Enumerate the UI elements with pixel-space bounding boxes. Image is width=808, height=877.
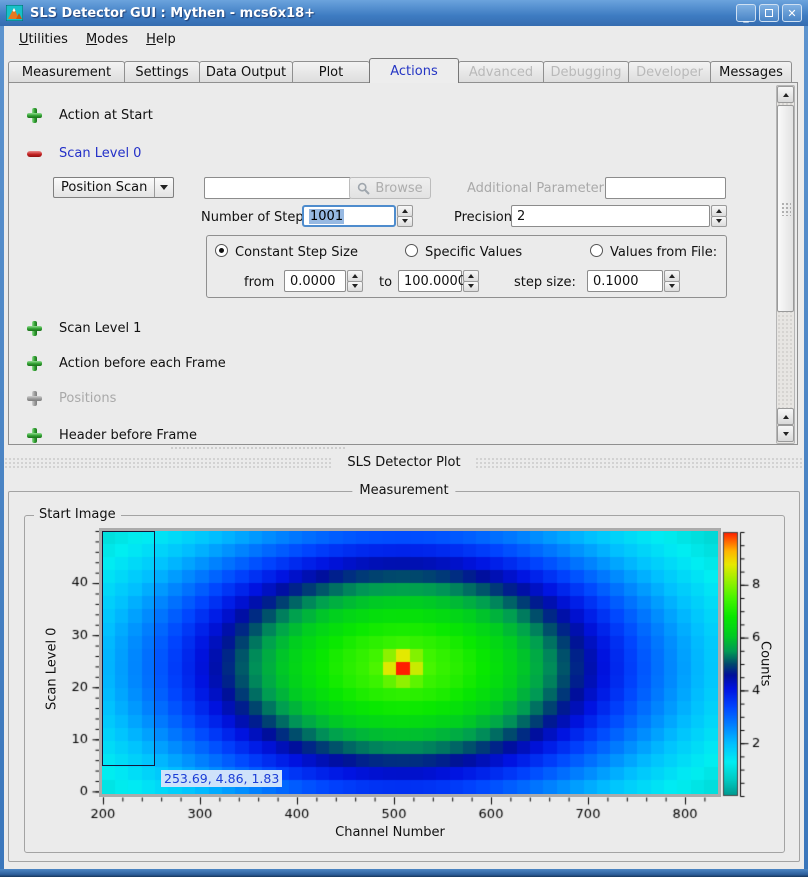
values-from-file-radio[interactable] — [590, 244, 603, 257]
scroll-down-button[interactable] — [777, 425, 794, 442]
y-axis-label: Scan Level 0 — [43, 614, 61, 724]
expand-plus-icon[interactable] — [27, 108, 42, 123]
dock-texture-right — [475, 457, 804, 469]
scan-level-1-row[interactable]: Scan Level 1 — [27, 320, 141, 336]
tab-plot[interactable]: Plot — [292, 61, 370, 83]
app-icon — [6, 5, 23, 21]
scan-level-0-row[interactable]: Scan Level 0 — [27, 145, 141, 161]
spin-down-button[interactable] — [397, 216, 413, 228]
start-image-groupbox: Start Image Scan Level 0 Counts Channel … — [24, 515, 785, 853]
collapse-minus-icon[interactable] — [27, 146, 42, 161]
vertical-scrollbar[interactable] — [776, 85, 795, 444]
scroll-up-button[interactable] — [777, 86, 794, 103]
additional-parameter-input[interactable] — [605, 177, 726, 199]
actions-page: Action at Start Scan Level 0 Position Sc… — [8, 82, 798, 445]
tab-messages[interactable]: Messages — [710, 61, 792, 83]
spin-down-button[interactable] — [463, 281, 479, 293]
tab-advanced: Advanced — [458, 61, 544, 83]
expand-plus-icon[interactable] — [27, 428, 42, 443]
tabbar: Measurement Settings Data Output Plot Ac… — [8, 58, 800, 83]
spin-buttons[interactable] — [347, 270, 363, 292]
spin-down-button[interactable] — [347, 281, 363, 293]
to-spinbox[interactable]: 100.0000 — [398, 270, 479, 292]
spin-up-button[interactable] — [347, 270, 363, 282]
tab-measurement[interactable]: Measurement — [8, 61, 125, 83]
tab-debugging: Debugging — [543, 61, 629, 83]
number-of-steps-label: Number of Steps: — [201, 210, 315, 225]
values-from-file-label: Values from File: — [610, 245, 717, 260]
scan-script-input[interactable] — [204, 177, 351, 199]
x-axis-label: Channel Number — [25, 825, 755, 840]
number-of-steps-spinbox[interactable]: 1001 — [302, 205, 413, 227]
measurement-groupbox: Measurement Start Image Scan Level 0 Cou… — [8, 491, 800, 862]
expand-plus-icon[interactable] — [27, 356, 42, 371]
scan-mode-combobox[interactable]: Position Scan — [53, 177, 174, 198]
precision-spinbox[interactable]: 2 — [511, 205, 727, 227]
positions-row: Positions — [27, 390, 116, 406]
app-window: SLS Detector GUI : Mythen - mcs6x18+ _ ✕… — [0, 0, 808, 877]
tab-settings[interactable]: Settings — [124, 61, 200, 83]
spin-up-button[interactable] — [397, 205, 413, 217]
step-size-spinbox[interactable]: 0.1000 — [587, 270, 680, 292]
window-border-bottom — [0, 869, 808, 877]
maximize-icon — [765, 9, 773, 17]
spin-buttons[interactable] — [711, 205, 727, 227]
colorbar-label: Counts — [756, 619, 774, 709]
constant-step-size-radio[interactable] — [215, 244, 228, 257]
splitter-handle[interactable] — [170, 446, 347, 451]
measurement-title: Measurement — [352, 483, 455, 498]
specific-values-label: Specific Values — [425, 245, 522, 260]
window-border-right — [804, 0, 808, 877]
expand-plus-icon — [27, 391, 42, 406]
tab-developer: Developer — [628, 61, 711, 83]
browse-button: Browse — [349, 177, 431, 199]
to-label: to — [379, 275, 392, 290]
header-before-frame-row[interactable]: Header before Frame — [27, 427, 197, 443]
heatmap-frame: 253.69, 4.86, 1.83 — [99, 528, 721, 797]
spin-buttons[interactable] — [397, 205, 413, 227]
spin-down-button[interactable] — [664, 281, 680, 293]
spin-up-button[interactable] — [664, 270, 680, 282]
plot-dock-titlebar[interactable]: SLS Detector Plot — [4, 452, 804, 473]
spin-up-button[interactable] — [463, 270, 479, 282]
menu-utilities[interactable]: Utilities — [10, 29, 77, 50]
menubar: Utilities Modes Help — [4, 26, 804, 52]
precision-label: Precision: — [454, 210, 516, 225]
minimize-button[interactable]: _ — [736, 4, 756, 22]
scrollbar-thumb[interactable] — [777, 105, 794, 312]
tab-data-output[interactable]: Data Output — [199, 61, 293, 83]
step-size-label: step size: — [514, 275, 576, 290]
combo-arrow — [154, 178, 173, 197]
heatmap-canvas[interactable] — [102, 531, 718, 794]
action-at-start-row[interactable]: Action at Start — [27, 107, 153, 123]
plot-area: Scan Level 0 Counts Channel Number 253.6… — [25, 509, 786, 854]
cursor-readout: 253.69, 4.86, 1.83 — [161, 770, 282, 787]
additional-parameter-label: Additional Parameter: — [467, 181, 608, 196]
from-label: from — [244, 275, 274, 290]
scroll-up-button-2[interactable] — [777, 408, 794, 425]
dock-texture-left — [4, 457, 333, 469]
plot-dock-title: SLS Detector Plot — [333, 455, 474, 470]
spin-buttons[interactable] — [664, 270, 680, 292]
magnifier-icon — [357, 182, 370, 195]
titlebar[interactable]: SLS Detector GUI : Mythen - mcs6x18+ _ ✕ — [0, 0, 808, 26]
menu-modes[interactable]: Modes — [77, 29, 137, 50]
window-border-left — [0, 0, 4, 877]
from-spinbox[interactable]: 0.0000 — [284, 270, 363, 292]
spin-up-button[interactable] — [711, 205, 727, 217]
constant-step-size-label: Constant Step Size — [235, 245, 358, 260]
spin-down-button[interactable] — [711, 216, 727, 228]
window-title: SLS Detector GUI : Mythen - mcs6x18+ — [30, 6, 733, 21]
close-button[interactable]: ✕ — [782, 4, 802, 22]
spin-buttons[interactable] — [463, 270, 479, 292]
maximize-button[interactable] — [759, 4, 779, 22]
thumb-grip — [781, 202, 791, 216]
tab-actions[interactable]: Actions — [369, 58, 459, 83]
specific-values-radio[interactable] — [405, 244, 418, 257]
action-before-frame-row[interactable]: Action before each Frame — [27, 355, 226, 371]
menu-help[interactable]: Help — [137, 29, 185, 50]
expand-plus-icon[interactable] — [27, 321, 42, 336]
